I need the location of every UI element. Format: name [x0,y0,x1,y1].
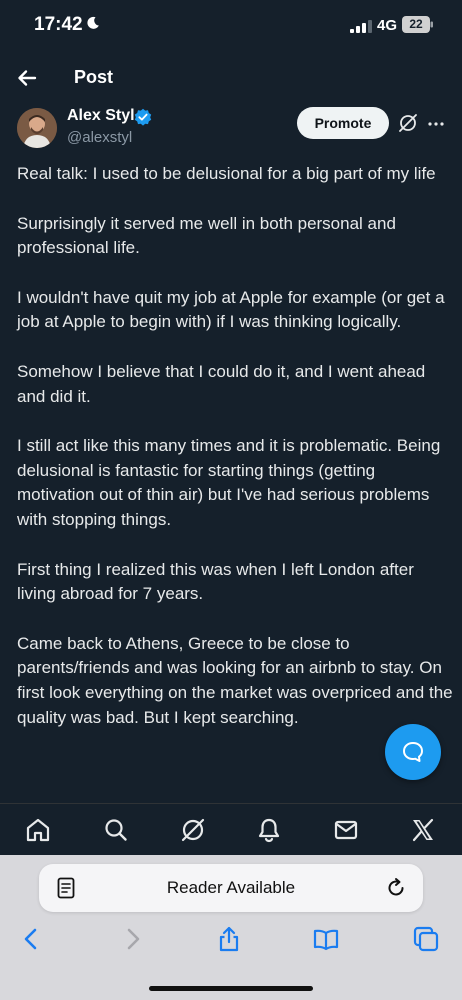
reply-bubble-icon [403,742,423,762]
x-logo-icon[interactable] [409,816,437,844]
grok-tab-icon[interactable] [179,816,207,844]
author-handle[interactable]: @alexstyl [67,129,132,146]
browser-back-icon[interactable] [18,925,46,953]
reader-available-label[interactable]: Reader Available [39,864,423,912]
home-indicator [149,986,313,991]
verified-badge-icon [134,108,152,126]
post-header: Post [0,52,462,102]
avatar[interactable] [17,108,57,148]
author-row: Alex Styl @alexstyl Promote [0,104,462,150]
post-paragraph: Somehow I believe that I could do it, an… [17,361,426,406]
notifications-icon[interactable] [255,816,283,844]
messages-icon[interactable] [332,816,360,844]
back-arrow-icon[interactable] [14,65,40,91]
battery-icon: 22 [402,16,433,33]
post-paragraph: I wouldn't have quit my job at Apple for… [17,287,445,332]
tabs-icon[interactable] [412,925,440,953]
more-options-icon[interactable] [426,114,446,134]
home-icon[interactable] [24,816,52,844]
share-icon[interactable] [215,925,243,953]
status-time: 17:42 [34,14,83,35]
bookmarks-icon[interactable] [312,925,340,953]
promote-button[interactable]: Promote [297,107,389,139]
page-title: Post [74,67,114,87]
bottom-tab-bar [0,803,462,855]
reader-mode-icon[interactable] [57,877,75,899]
post-text: Real talk: I used to be delusional for a… [17,162,453,755]
post-paragraph: I still act like this many times and it … [17,436,441,529]
compose-reply-button[interactable] [385,724,441,780]
battery-level: 22 [409,17,423,31]
browser-forward-icon[interactable] [118,925,146,953]
browser-toolbar: Reader Available [0,855,462,1000]
moon-icon [87,16,99,29]
post-paragraph: Real talk: I used to be delusional for a… [17,164,436,183]
address-bar[interactable]: Reader Available [39,864,423,912]
grok-icon[interactable] [398,113,418,133]
status-bar: 17:42 4G 22 [0,0,462,52]
signal-icon [350,20,372,33]
post-paragraph: Came back to Athens, Greece to be close … [17,633,453,727]
post-paragraph: First thing I realized this was when I l… [17,559,414,604]
network-type: 4G [377,17,398,34]
search-icon[interactable] [102,816,130,844]
author-name[interactable]: Alex Styl [67,107,135,125]
post-paragraph: Surprisingly it served me well in both p… [17,213,396,258]
reload-icon[interactable] [385,877,407,899]
